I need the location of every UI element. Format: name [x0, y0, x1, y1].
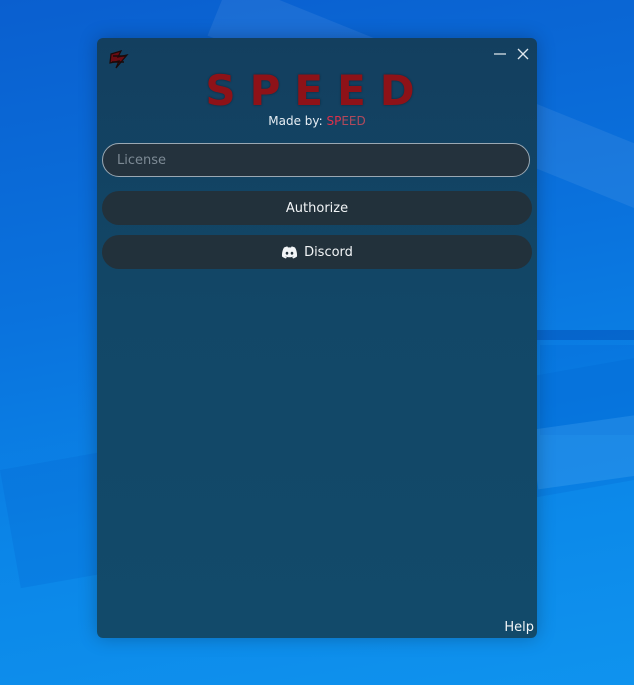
- authorize-button-label: Authorize: [285, 200, 349, 216]
- app-title: SPEED: [205, 66, 429, 115]
- wallpaper-window-pane: [530, 330, 634, 340]
- authorize-button[interactable]: Authorize: [102, 191, 532, 225]
- help-link[interactable]: Help: [504, 620, 534, 635]
- minimize-icon: [494, 53, 506, 55]
- close-icon: [517, 48, 529, 60]
- close-button[interactable]: [513, 44, 533, 64]
- app-window: SPEED Made by: SPEED Authorize Discord H…: [97, 38, 537, 638]
- license-input[interactable]: [102, 143, 530, 177]
- discord-icon: [281, 246, 298, 259]
- minimize-button[interactable]: [490, 44, 510, 64]
- made-by-credit: Made by: SPEED: [97, 114, 537, 128]
- discord-button[interactable]: Discord: [102, 235, 532, 269]
- discord-button-label: Discord: [304, 244, 353, 260]
- made-by-brand-part1: SP: [326, 114, 342, 128]
- made-by-brand-part2: EED: [341, 114, 366, 128]
- made-by-label: Made by:: [268, 114, 327, 128]
